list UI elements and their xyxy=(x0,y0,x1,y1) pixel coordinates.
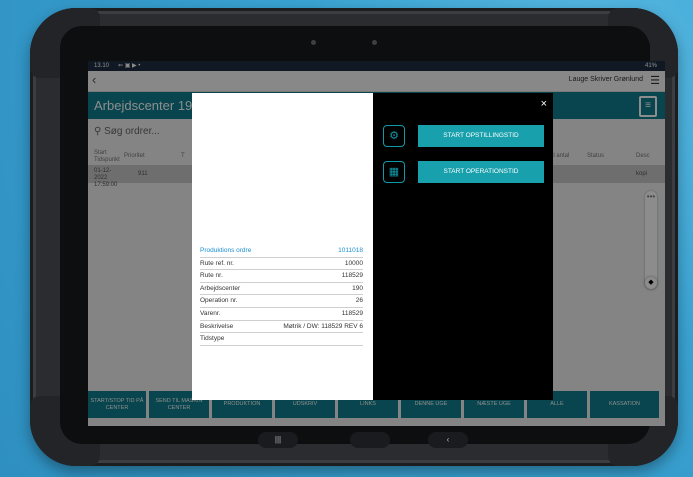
order-details-panel: Produktions ordre 1011018 Rute ref. nr. 10… xyxy=(192,93,373,400)
tablet-screen: 13.10 ⇐ ▣ ▶ • 41% ‹ Lauge Skriver Grønlu… xyxy=(88,61,665,426)
system-navigation: ||| ‹ xyxy=(258,432,498,452)
action-panel: × ⚙ START OPSTILLINGSTID ▦ START OPERATI… xyxy=(373,93,553,400)
start-operation-action: ▦ START OPERATIONSTID xyxy=(383,161,544,183)
info-row: Rute ref. nr. 10000 xyxy=(200,258,363,271)
info-row: Varenr. 118529 xyxy=(200,308,363,321)
info-row: Rute nr. 118529 xyxy=(200,270,363,283)
calendar-icon: ▦ xyxy=(383,161,405,183)
info-row: Tidstype xyxy=(200,333,363,346)
back-button[interactable]: ‹ xyxy=(428,432,468,448)
camera-icon xyxy=(311,40,316,45)
gear-icon: ⚙ xyxy=(383,125,405,147)
sensor-icon xyxy=(372,40,377,45)
home-button[interactable] xyxy=(350,432,390,448)
order-info-table: Produktions ordre 1011018 Rute ref. nr. 10… xyxy=(200,245,363,346)
info-row: Arbejdscenter 190 xyxy=(200,283,363,296)
info-row: Produktions ordre 1011018 xyxy=(200,245,363,258)
info-row: Beskrivelse Møtrik / DW: 118529 REV 6 xyxy=(200,321,363,334)
start-setup-button[interactable]: START OPSTILLINGSTID xyxy=(418,125,544,147)
start-operation-button[interactable]: START OPERATIONSTID xyxy=(418,161,544,183)
close-icon[interactable]: × xyxy=(541,98,547,110)
info-row: Operation nr. 26 xyxy=(200,295,363,308)
start-setup-action: ⚙ START OPSTILLINGSTID xyxy=(383,125,544,147)
recent-apps-button[interactable]: ||| xyxy=(258,432,298,448)
